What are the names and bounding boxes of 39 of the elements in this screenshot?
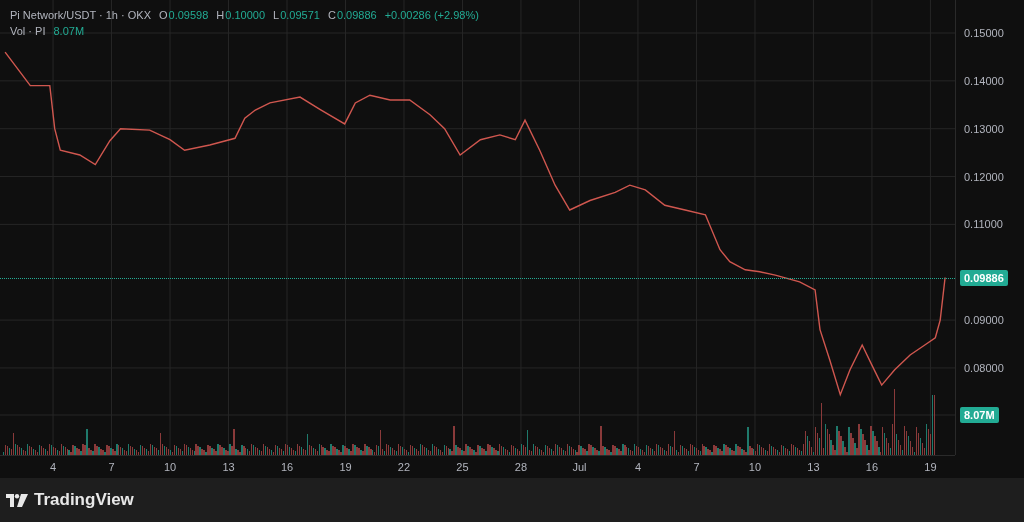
brand-name: TradingView [34, 490, 134, 510]
ohlc-value: 0.09571 [280, 8, 320, 23]
date-axis-label: 28 [514, 461, 528, 473]
price-axis-label: 0.14000 [964, 74, 1004, 87]
date-axis-label: 4 [49, 461, 57, 473]
ohlc-value: 0.10000 [225, 8, 266, 23]
ohlc-key: L [273, 7, 280, 23]
volume-badge: 8.07M [960, 407, 999, 423]
date-axis-label: 7 [108, 461, 115, 473]
date-axis-label: 19 [924, 461, 937, 473]
date-axis-label: 10 [163, 461, 177, 473]
volume-title: Vol · PI [10, 24, 46, 39]
volume-value: 8.07M [53, 24, 85, 39]
price-axis-label: 0.15000 [964, 27, 1004, 39]
date-axis-label: 4 [634, 461, 642, 473]
date-axis-label: 25 [456, 461, 469, 473]
date-axis-label: 19 [339, 461, 352, 473]
date-axis-label: 16 [865, 461, 879, 473]
price-axis-label: 0.12000 [964, 170, 1004, 183]
price-axis-label: 0.11000 [964, 218, 1003, 231]
date-axis-label: 7 [693, 461, 700, 473]
date-axis-label: 22 [397, 461, 411, 473]
date-axis-label: 13 [222, 461, 235, 473]
price-axis-label: 0.13000 [964, 122, 1004, 135]
price-axis-label: 0.09000 [964, 314, 1004, 327]
price-change: +0.00286 (+2.98%) [384, 8, 479, 23]
date-axis-label: Jul [572, 461, 587, 473]
date-axis-label: 16 [280, 461, 294, 473]
ohlc-value: 0.09598 [168, 8, 209, 23]
date-axis-label: 13 [807, 461, 820, 473]
logo-icon [6, 493, 28, 507]
ohlc-key: H [216, 7, 225, 23]
ohlc-value: 0.09886 [336, 8, 377, 23]
last-price-badge: 0.09886 [960, 269, 1008, 286]
ohlc-key: C [327, 7, 336, 23]
symbol-title: Pi Network/USDT · 1h · OKX [10, 8, 151, 23]
price-axis-label: 0.08000 [964, 361, 1004, 374]
date-axis-label: 10 [748, 461, 762, 473]
ohlc-key: O [159, 7, 168, 23]
